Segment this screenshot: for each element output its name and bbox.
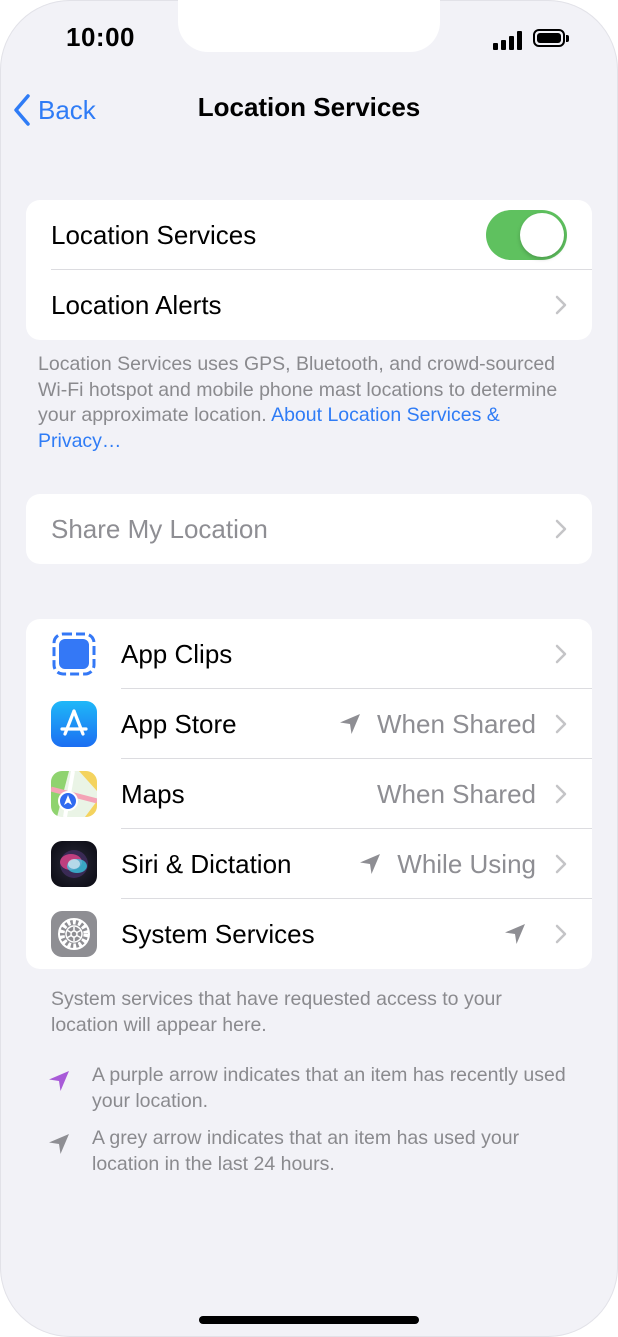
location-arrow-icon [340,714,361,734]
location-services-label: Location Services [51,219,257,250]
chevron-right-icon [555,924,567,944]
app-store-icon [51,701,97,747]
cellular-signal-icon [493,30,523,50]
purple-location-arrow-icon [49,1071,69,1091]
siri-icon [51,841,97,887]
grey-arrow-note: A grey arrow indicates that an item has … [92,1127,520,1175]
location-status-value: While Using [397,848,536,879]
system-services-note: System services that have requested acce… [51,988,502,1036]
chevron-right-icon [555,784,567,804]
apps-list: App Clips App Store When Shared Maps Whe… [26,619,592,969]
purple-arrow-note: A purple arrow indicates that an item ha… [92,1064,566,1112]
home-indicator[interactable] [199,1316,419,1324]
chevron-right-icon [555,714,567,734]
chevron-right-icon [555,854,567,874]
settings-gear-icon [51,911,97,957]
app-row-system-services[interactable]: System Services [26,899,592,969]
location-status: When Shared [377,759,536,829]
share-my-location-label: Share My Location [51,513,268,544]
location-status: When Shared [337,689,536,759]
location-status-value: When Shared [377,708,536,739]
phone-screen: 10:00 Back Location Services Location Se… [0,0,618,1337]
location-alerts-label: Location Alerts [51,289,222,320]
location-services-row: Location Services [26,200,592,270]
page-title: Location Services [197,92,421,122]
app-name: App Clips [121,638,233,669]
location-settings-group: Location Services Location Alerts [26,200,592,340]
location-arrow-icon [505,924,525,944]
app-name: Maps [121,778,185,809]
maps-icon [51,771,97,817]
app-clips-icon [51,631,97,677]
chevron-right-icon [555,519,567,539]
location-status-value: When Shared [377,778,536,809]
app-row-app-store[interactable]: App Store When Shared [26,689,592,759]
location-services-toggle[interactable] [486,210,567,260]
app-row-app-clips[interactable]: App Clips [26,619,592,689]
status-time: 10:00 [66,22,135,52]
battery-icon [533,29,569,49]
app-name: Siri & Dictation [121,848,292,879]
location-alerts-row[interactable]: Location Alerts [26,270,592,340]
app-name: App Store [121,708,237,739]
location-services-description: Location Services uses GPS, Bluetooth, a… [38,352,583,454]
app-row-maps[interactable]: Maps When Shared [26,759,592,829]
chevron-right-icon [555,644,567,664]
chevron-right-icon [555,295,567,315]
toggle-knob [520,213,564,257]
grey-location-arrow-icon [49,1134,69,1154]
share-my-location-row[interactable]: Share My Location [26,494,592,564]
location-status: While Using [357,829,536,899]
app-row-siri-dictation[interactable]: Siri & Dictation While Using [26,829,592,899]
location-arrow-icon [360,854,381,874]
app-name: System Services [121,918,315,949]
notch [178,0,440,52]
share-location-group: Share My Location [26,494,592,564]
